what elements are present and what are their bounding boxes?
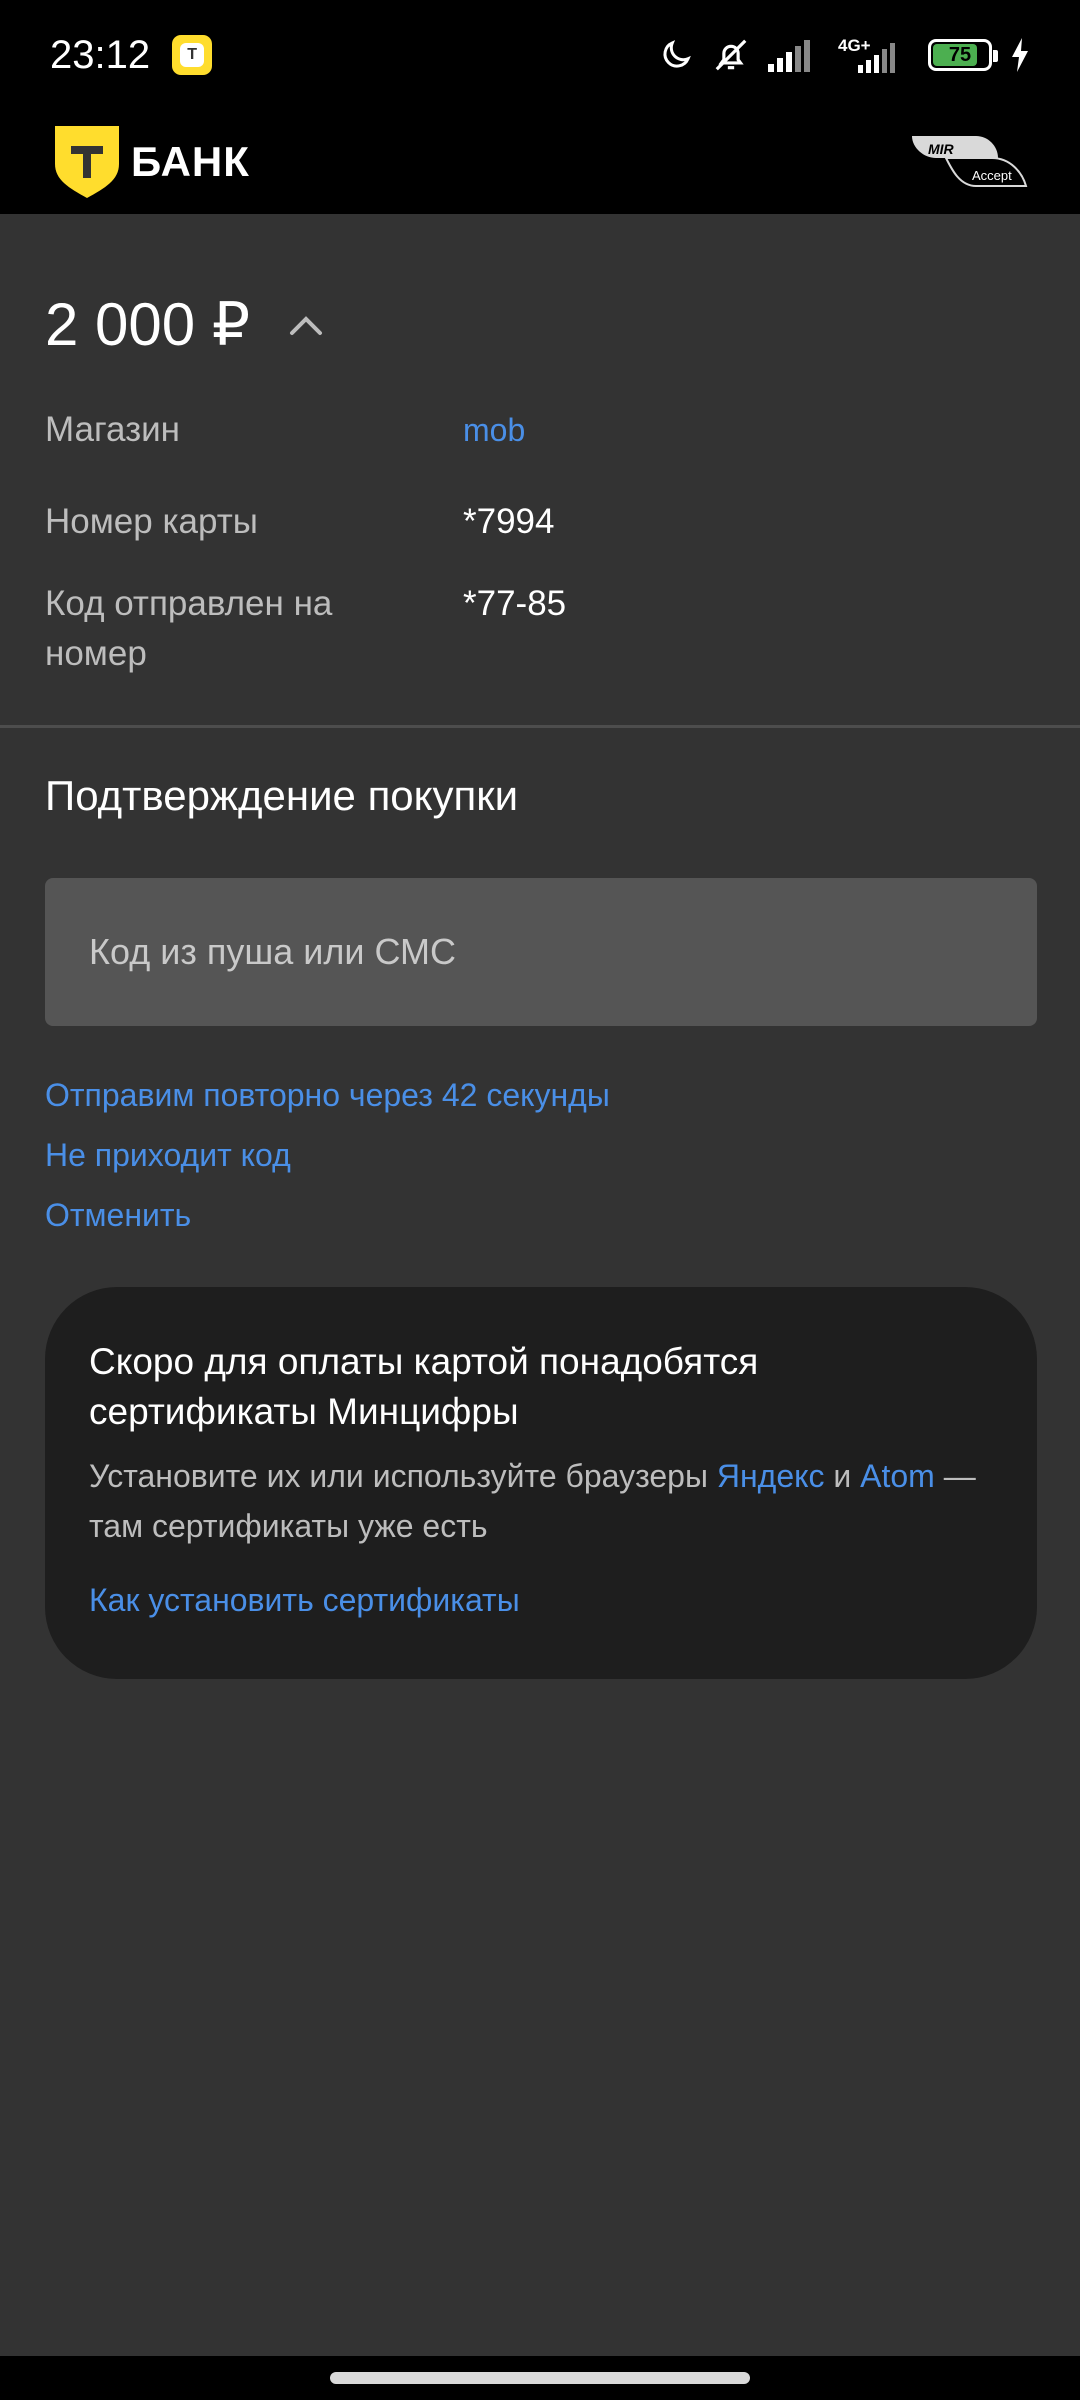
cancel-link[interactable]: Отменить — [45, 1190, 610, 1240]
charging-icon — [1012, 38, 1028, 72]
svg-text:MIR: MIR — [928, 141, 955, 157]
no-code-link[interactable]: Не приходит код — [45, 1130, 610, 1180]
install-certificates-link[interactable]: Как установить сертификаты — [89, 1575, 993, 1625]
confirmation-links: Отправим повторно через 42 секунды Не пр… — [45, 1070, 610, 1250]
bank-header: БАНК MIR Accept — [0, 110, 1080, 214]
yandex-link[interactable]: Яндекс — [717, 1458, 825, 1494]
signal-4g-icon: 4G+ — [838, 36, 895, 73]
merchant-link[interactable]: mob — [463, 405, 525, 455]
payment-summary: 2 000 ₽ — [45, 290, 1035, 360]
divider — [0, 725, 1080, 728]
detail-row-phone: Код отправлен на номер *77-85 — [45, 579, 1035, 679]
tbank-logo: БАНК — [55, 126, 250, 198]
tbank-notification-icon: T — [172, 35, 213, 75]
detail-row-merchant: Магазин mob — [45, 405, 1035, 465]
moon-icon — [663, 40, 691, 68]
atom-link[interactable]: Atom — [860, 1458, 935, 1494]
sms-code-input[interactable] — [45, 878, 1037, 1026]
mir-accept-logo: MIR Accept — [912, 136, 1028, 187]
brand-name: БАНК — [131, 138, 250, 185]
bell-off-icon — [715, 39, 747, 71]
confirmation-title: Подтверждение покупки — [45, 772, 519, 819]
signal-icon — [768, 40, 810, 72]
detail-row-card: Номер карты *7994 — [45, 497, 1035, 547]
navigation-bar — [0, 2356, 1080, 2400]
detail-label: Номер карты — [45, 502, 258, 541]
detail-label: Код отправлен на номер — [45, 584, 333, 673]
card-title: Скоро для оплаты картой понадобятся серт… — [89, 1341, 759, 1432]
svg-text:4G+: 4G+ — [838, 36, 871, 55]
chevron-up-icon[interactable] — [286, 305, 326, 345]
home-gesture-handle[interactable] — [330, 2372, 750, 2384]
detail-label: Магазин — [45, 410, 181, 449]
payment-amount: 2 000 ₽ — [45, 291, 250, 358]
status-time: 23:12 — [50, 32, 151, 77]
card-text: Установите их или используйте браузеры Я… — [89, 1458, 976, 1544]
certificates-info-card: Скоро для оплаты картой понадобятся серт… — [45, 1287, 1037, 1679]
tbank-shield-icon — [55, 126, 119, 198]
status-bar: 23:12 T 4G+ 75 — [0, 0, 1080, 110]
phone-number: *77-85 — [463, 584, 567, 623]
battery-icon: 75 — [928, 39, 998, 71]
resend-timer-text: Отправим повторно через 42 секунды — [45, 1077, 610, 1113]
svg-text:Accept: Accept — [972, 168, 1012, 183]
payment-details: Магазин mob Номер карты *7994 Код отправ… — [45, 405, 1035, 711]
card-number: *7994 — [463, 502, 555, 541]
